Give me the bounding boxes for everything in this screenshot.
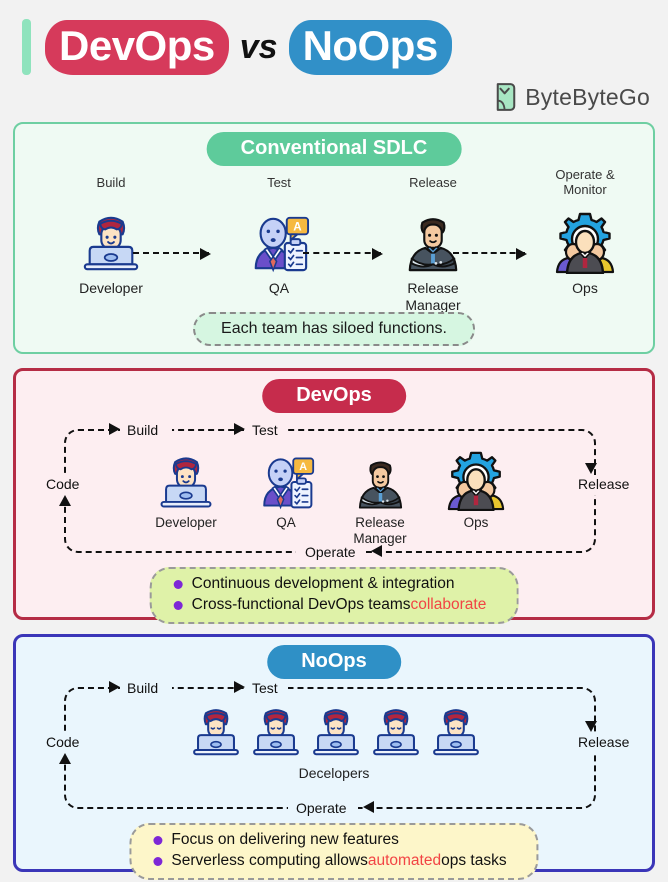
bullet-item: Continuous development & integration bbox=[173, 574, 487, 595]
stage-phase-label: Release bbox=[409, 175, 457, 190]
loop-label-release: Release bbox=[578, 734, 630, 750]
title-devops: DevOps bbox=[45, 19, 229, 75]
arrowhead-test bbox=[234, 423, 245, 435]
loop-label-code: Code bbox=[46, 476, 80, 492]
arrowhead-code bbox=[59, 753, 71, 764]
header: DevOps vs NoOps ByteByteGo bbox=[0, 0, 668, 118]
decelopers-item bbox=[428, 707, 484, 762]
arrowhead-code bbox=[59, 495, 71, 506]
arrow-release-to-operate bbox=[453, 248, 527, 260]
stage-phase-label: Operate & Monitor bbox=[555, 167, 615, 197]
developer-icon bbox=[313, 709, 359, 756]
release-manager-icon bbox=[328, 449, 432, 511]
role-label: QA bbox=[276, 515, 296, 530]
stage-phase-label: Build bbox=[96, 175, 126, 190]
stage-role-label: Release Manager bbox=[405, 280, 461, 313]
sdlc-stage-test: Test QA bbox=[219, 175, 339, 297]
ops-gear-icon bbox=[424, 443, 528, 511]
bullet-text: Continuous development & integration bbox=[191, 575, 455, 592]
bullet-text: Focus on delivering new features bbox=[171, 831, 399, 848]
qa-icon bbox=[219, 208, 339, 274]
decelopers-label: Decelopers bbox=[298, 765, 370, 781]
title-vs: vs bbox=[239, 28, 278, 66]
arrowhead-build bbox=[109, 423, 120, 435]
developer-icon bbox=[373, 709, 419, 756]
developer-icon bbox=[134, 449, 238, 511]
role-label: Ops bbox=[463, 515, 489, 530]
bytebytego-logo-icon bbox=[497, 83, 516, 111]
sdlc-stage-release: Release Release Manager bbox=[373, 175, 493, 314]
decelopers-item bbox=[248, 707, 304, 762]
brand-logo: ByteByteGo bbox=[495, 82, 650, 112]
devops-role-qa: QA bbox=[234, 449, 338, 531]
panel-devops: DevOps Build Test Operate Code Release D… bbox=[13, 368, 655, 624]
ops-gear-icon bbox=[525, 208, 645, 274]
qa-icon bbox=[234, 449, 338, 511]
title-noops: NoOps bbox=[288, 19, 452, 75]
role-label: Release Manager bbox=[353, 515, 407, 547]
panel-title-devops: DevOps bbox=[262, 379, 406, 413]
bullet-dot-icon bbox=[153, 835, 163, 845]
arrowhead-release bbox=[585, 463, 597, 474]
arrowhead-build bbox=[109, 681, 120, 693]
infographic-page: DevOps vs NoOps ByteByteGo Conventional … bbox=[0, 0, 668, 882]
decelopers-item bbox=[188, 707, 244, 762]
panel-title-sdlc: Conventional SDLC bbox=[206, 132, 462, 166]
brand-name: ByteByteGo bbox=[525, 83, 650, 110]
devops-role-ops: Ops bbox=[424, 443, 528, 531]
devops-role-release-manager: Release Manager bbox=[328, 449, 432, 547]
bullet-item: Serverless computing allows automated op… bbox=[153, 851, 507, 872]
loop-label-test: Test bbox=[252, 422, 278, 438]
arrowhead-test bbox=[234, 681, 245, 693]
developer-icon bbox=[51, 208, 171, 274]
stage-phase-label: Test bbox=[267, 175, 291, 190]
callout-noops-bullets: Focus on delivering new features Serverl… bbox=[129, 823, 539, 880]
page-title: DevOps vs NoOps bbox=[22, 18, 452, 76]
sdlc-stage-operate: Operate & Monitor Ops bbox=[525, 167, 645, 297]
loop-label-build: Build bbox=[127, 680, 159, 696]
sdlc-stage-build: Build Developer bbox=[51, 175, 171, 297]
stage-role-label: Ops bbox=[572, 280, 598, 296]
bullet-text: Serverless computing allows bbox=[171, 851, 368, 869]
loop-label-test: Test bbox=[252, 680, 278, 696]
bullet-highlight: collaborate bbox=[410, 595, 487, 613]
loop-label-code: Code bbox=[46, 734, 80, 750]
bullet-text-after: ops tasks bbox=[441, 851, 507, 869]
release-manager-icon bbox=[373, 208, 493, 274]
bullet-dot-icon bbox=[153, 856, 163, 866]
loop-label-operate: Operate bbox=[296, 800, 347, 816]
developer-icon bbox=[193, 709, 239, 756]
arrow-test-to-release bbox=[303, 248, 383, 260]
bullet-dot-icon bbox=[173, 600, 183, 610]
arrowhead-operate bbox=[363, 801, 374, 813]
decelopers-item bbox=[368, 707, 424, 762]
accent-bar bbox=[22, 19, 31, 75]
bullet-item: Cross-functional DevOps teams collaborat… bbox=[173, 595, 487, 616]
callout-devops-bullets: Continuous development & integration Cro… bbox=[149, 567, 519, 624]
bullet-dot-icon bbox=[173, 579, 183, 589]
devops-role-developer: Developer bbox=[134, 449, 238, 531]
loop-label-release: Release bbox=[578, 476, 630, 492]
bullet-highlight: automated bbox=[367, 851, 442, 869]
stage-role-label: QA bbox=[268, 280, 290, 296]
developer-icon bbox=[253, 709, 299, 756]
panel-title-noops: NoOps bbox=[267, 645, 401, 679]
decelopers-item bbox=[308, 707, 364, 762]
developer-icon bbox=[433, 709, 479, 756]
callout-siloed: Each team has siloed functions. bbox=[193, 312, 475, 346]
panel-noops: NoOps Build Test Operate Code Release De… bbox=[13, 634, 655, 880]
stage-role-label: Developer bbox=[79, 280, 143, 296]
bullet-text: Cross-functional DevOps teams bbox=[191, 595, 411, 613]
bullet-item: Focus on delivering new features bbox=[153, 830, 506, 851]
arrowhead-release bbox=[585, 721, 597, 732]
loop-label-build: Build bbox=[127, 422, 159, 438]
role-label: Developer bbox=[155, 515, 217, 530]
arrow-build-to-test bbox=[133, 248, 211, 260]
panel-conventional-sdlc: Conventional SDLC Build Developer Test Q… bbox=[13, 122, 655, 354]
